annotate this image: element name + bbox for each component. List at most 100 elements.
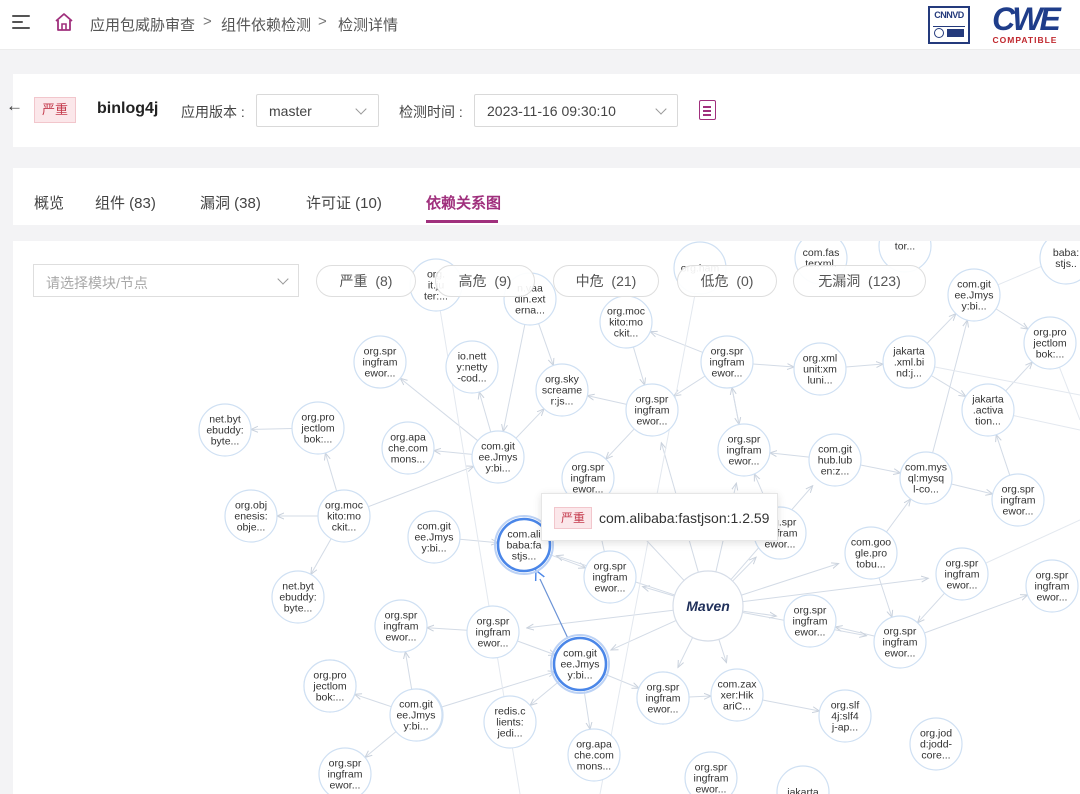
graph-node[interactable]: org.mockito:mockit... bbox=[317, 489, 371, 543]
graph-node[interactable]: jakarta.activation... bbox=[961, 383, 1015, 437]
dependency-edge bbox=[732, 388, 740, 425]
graph-node[interactable]: org.springframewor... bbox=[583, 550, 637, 604]
dependency-edge bbox=[368, 466, 473, 508]
graph-node[interactable]: org.springframewor... bbox=[991, 473, 1045, 527]
graph-node-label: ewor... bbox=[478, 638, 509, 650]
graph-node[interactable]: com.zaxxer:HikariC... bbox=[710, 668, 764, 722]
root-edge bbox=[611, 619, 678, 650]
graph-node-label: luni... bbox=[807, 375, 832, 387]
filter-no-vuln[interactable]: 无漏洞 (123) bbox=[793, 265, 926, 297]
graph-node-label: ewor... bbox=[595, 583, 626, 595]
filter-high[interactable]: 高危 (9) bbox=[435, 265, 535, 297]
graph-node-label: ewor... bbox=[648, 704, 679, 716]
tab-components[interactable]: 组件 (83) bbox=[95, 192, 156, 213]
graph-node-label: j-ap... bbox=[831, 722, 858, 734]
graph-node[interactable]: org.springframewor... bbox=[625, 383, 679, 437]
home-icon[interactable] bbox=[53, 11, 75, 33]
graph-node[interactable]: org.apache.commons... bbox=[567, 728, 621, 782]
detect-time-select[interactable]: 2023-11-16 09:30:10 bbox=[474, 94, 678, 127]
back-arrow-icon[interactable]: ← bbox=[6, 96, 23, 116]
graph-node-label: ewor... bbox=[330, 780, 361, 792]
graph-node-label: core... bbox=[921, 750, 950, 762]
project-name: binlog4j bbox=[97, 100, 159, 117]
graph-node[interactable]: org.projectlombok:... bbox=[291, 401, 345, 455]
dependency-edge bbox=[587, 396, 627, 405]
dependency-edge bbox=[996, 435, 1011, 476]
graph-node[interactable]: org.springframewor... bbox=[353, 335, 407, 389]
dependency-edge bbox=[434, 451, 473, 455]
graph-node-label: jakarta bbox=[786, 787, 819, 794]
graph-node-label: ewor... bbox=[696, 784, 727, 794]
graph-node[interactable]: org.slf4j:slf4j-ap... bbox=[818, 689, 872, 743]
graph-node[interactable]: net.bytebuddy:byte... bbox=[198, 403, 252, 457]
dependency-edge bbox=[479, 392, 492, 433]
maven-root-node[interactable]: Maven bbox=[672, 570, 744, 642]
dependency-edge bbox=[311, 538, 332, 575]
breadcrumb-separator: > bbox=[318, 13, 327, 30]
graph-node[interactable]: org.springframewor... bbox=[374, 599, 428, 653]
graph-node-label: y:bi... bbox=[421, 543, 446, 555]
graph-node[interactable]: org.projectlombok:... bbox=[303, 659, 357, 713]
graph-node[interactable]: org.projectlombok:... bbox=[1023, 316, 1077, 370]
graph-node[interactable]: com.mysql:mysql-co... bbox=[899, 451, 953, 505]
graph-node[interactable]: org.springframewor... bbox=[700, 335, 754, 389]
graph-node[interactable]: redis.clients:jedi... bbox=[483, 695, 537, 749]
graph-node[interactable]: org.springframewor... bbox=[636, 671, 690, 725]
graph-node[interactable]: com.gitee.Jmysy:bi... bbox=[389, 688, 443, 742]
tab-vulnerabilities[interactable]: 漏洞 (38) bbox=[200, 192, 261, 213]
graph-node[interactable]: org.mockito:mockit... bbox=[599, 295, 653, 349]
tab-overview[interactable]: 概览 bbox=[34, 192, 64, 213]
module-node-select[interactable]: 请选择模块/节点 bbox=[33, 264, 299, 297]
node-tooltip: 严重 com.alibaba:fastjson:1.2.59 bbox=[541, 493, 778, 541]
graph-node[interactable]: org.jodd:jodd-core... bbox=[909, 717, 963, 771]
graph-node[interactable]: org.springframewor... bbox=[318, 747, 372, 794]
graph-node[interactable]: org.springframewor... bbox=[717, 423, 771, 477]
graph-node[interactable]: io.netty:netty-cod... bbox=[445, 340, 499, 394]
graph-node-label: stjs... bbox=[512, 551, 537, 563]
dependency-edge bbox=[515, 409, 544, 439]
graph-node[interactable]: com.gitee.Jmysy:bi... bbox=[947, 268, 1001, 322]
graph-node[interactable]: org.xmlunit:xmluni... bbox=[793, 342, 847, 396]
filter-medium[interactable]: 中危 (21) bbox=[553, 265, 659, 297]
dependency-edge bbox=[860, 464, 901, 473]
graph-node[interactable]: org.skyscreamer:js... bbox=[535, 363, 589, 417]
cwe-compatible-logo: CWE COMPATIBLE bbox=[992, 1, 1061, 45]
dependency-edge bbox=[845, 364, 883, 367]
dependency-edge bbox=[835, 627, 875, 637]
graph-node[interactable]: org.springframewor... bbox=[935, 547, 989, 601]
graph-node-label: ckit... bbox=[332, 522, 357, 534]
dependency-edge bbox=[459, 539, 498, 542]
tab-dependency-graph[interactable]: 依赖关系图 bbox=[426, 192, 501, 213]
graph-node[interactable]: com.google.protobu... bbox=[844, 526, 898, 580]
graph-node[interactable]: jakarta.xml.bind:j... bbox=[882, 335, 936, 389]
graph-node[interactable]: org.springframewor... bbox=[783, 594, 837, 648]
graph-node-label: ewor... bbox=[885, 648, 916, 660]
graph-node-label: erna... bbox=[515, 305, 545, 317]
graph-node[interactable]: org.springframewor... bbox=[873, 615, 927, 669]
graph-node[interactable]: org.springframewor... bbox=[1025, 559, 1079, 613]
graph-node-label: ewor... bbox=[1003, 506, 1034, 518]
graph-node[interactable]: com.gitee.Jmysy:bi... bbox=[471, 430, 525, 484]
version-select[interactable]: master bbox=[256, 94, 379, 127]
dependency-edge bbox=[885, 499, 910, 533]
graph-node[interactable]: org.apache.commons... bbox=[381, 421, 435, 475]
graph-node[interactable]: com.gitee.Jmysy:bi... bbox=[550, 634, 610, 694]
graph-node[interactable]: baba:stjs.. bbox=[1039, 241, 1080, 285]
dependency-edge bbox=[688, 696, 711, 697]
graph-node[interactable]: jakarta bbox=[776, 765, 830, 794]
menu-toggle-icon[interactable] bbox=[12, 14, 30, 30]
filter-critical[interactable]: 严重 (8) bbox=[316, 265, 416, 297]
breadcrumb-item-threat-review[interactable]: 应用包威胁审查 bbox=[90, 14, 195, 35]
graph-node[interactable]: net.bytebuddy:byte... bbox=[271, 570, 325, 624]
graph-node[interactable]: org.springframewor... bbox=[466, 605, 520, 659]
graph-node[interactable]: org.springframewor... bbox=[684, 751, 738, 794]
dependency-edge bbox=[632, 346, 644, 385]
graph-node[interactable]: org.objenesis:obje... bbox=[224, 489, 278, 543]
graph-node[interactable]: com.github.luben:z... bbox=[808, 433, 862, 487]
breadcrumb-item-dependency-check[interactable]: 组件依赖检测 bbox=[221, 14, 311, 35]
graph-node-label: mons... bbox=[577, 761, 611, 773]
tab-licenses[interactable]: 许可证 (10) bbox=[306, 192, 382, 213]
filter-low[interactable]: 低危 (0) bbox=[677, 265, 777, 297]
graph-node[interactable]: com.gitee.Jmysy:bi... bbox=[407, 510, 461, 564]
report-icon[interactable] bbox=[699, 100, 716, 120]
